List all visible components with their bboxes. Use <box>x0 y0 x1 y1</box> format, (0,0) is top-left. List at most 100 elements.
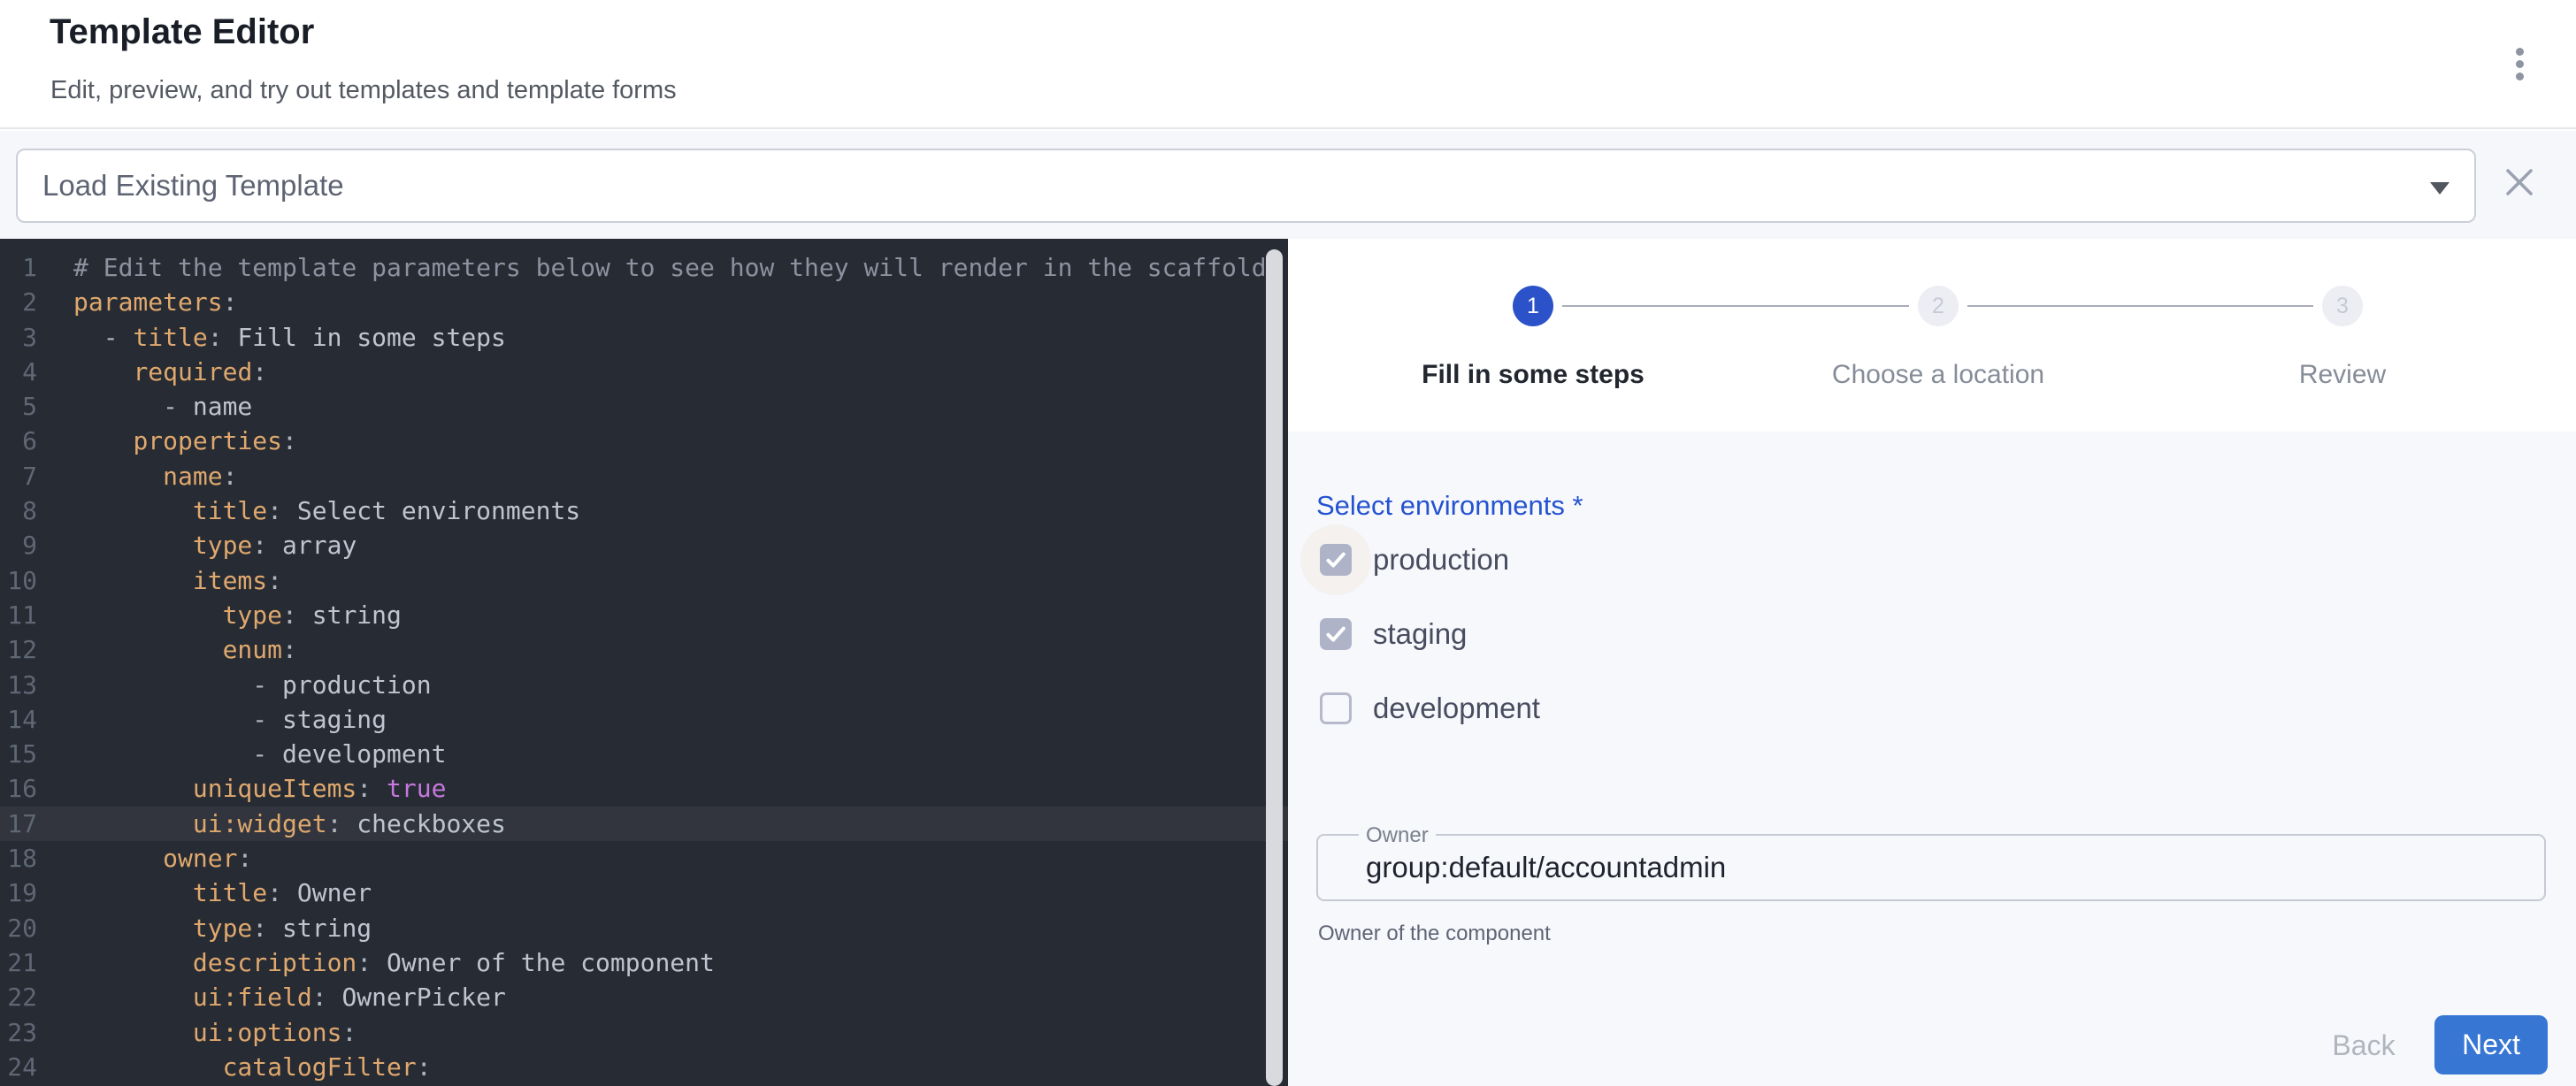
editor-line[interactable]: 16 uniqueItems: true <box>0 771 1288 806</box>
line-number: 15 <box>0 737 37 771</box>
environments-label: Select environments * <box>1316 490 1583 522</box>
owner-field-label: Owner <box>1359 823 1436 848</box>
line-number: 22 <box>0 980 37 1014</box>
editor-line[interactable]: 20 type: string <box>0 911 1288 945</box>
stepper-step: 3 Review <box>2210 286 2475 390</box>
line-number: 19 <box>0 876 37 910</box>
step-circle: 3 <box>2322 286 2363 326</box>
environment-option-label[interactable]: staging <box>1373 617 1467 651</box>
checkbox-unchecked[interactable] <box>1320 692 1352 724</box>
line-code: parameters: <box>37 285 237 319</box>
line-number: 16 <box>0 771 37 806</box>
line-code: enum: <box>37 632 297 667</box>
environment-option-production[interactable]: production <box>1288 524 1509 595</box>
editor-line[interactable]: 21 description: Owner of the component <box>0 945 1288 980</box>
code-editor[interactable]: 1# Edit the template parameters below to… <box>0 239 1288 1086</box>
line-code: - production <box>37 668 432 702</box>
editor-line[interactable]: 5 - name <box>0 389 1288 424</box>
line-code: description: Owner of the component <box>37 945 715 980</box>
line-code: properties: <box>37 424 297 458</box>
page-subtitle: Edit, preview, and try out templates and… <box>50 76 677 105</box>
environment-option-staging[interactable]: staging <box>1288 599 1467 669</box>
editor-line[interactable]: 24 catalogFilter: <box>0 1050 1288 1084</box>
line-code: # Edit the template parameters below to … <box>37 250 1267 285</box>
editor-line[interactable]: 17 ui:widget: checkboxes <box>0 807 1288 841</box>
chevron-down-icon <box>2430 182 2450 195</box>
more-options-button[interactable] <box>2482 27 2557 101</box>
editor-line[interactable]: 15 - development <box>0 737 1288 771</box>
line-number: 10 <box>0 563 37 598</box>
line-number: 13 <box>0 668 37 702</box>
environment-option-label[interactable]: production <box>1373 543 1509 577</box>
line-code: - title: Fill in some steps <box>37 320 506 355</box>
line-code: title: Owner <box>37 876 372 910</box>
line-code: items: <box>37 563 282 598</box>
line-number: 9 <box>0 528 37 562</box>
editor-line[interactable]: 14 - staging <box>0 702 1288 737</box>
step-circle: 1 <box>1513 286 1553 326</box>
check-icon <box>1322 546 1350 574</box>
line-number: 1 <box>0 250 37 285</box>
editor-line[interactable]: 8 title: Select environments <box>0 493 1288 528</box>
line-number: 3 <box>0 320 37 355</box>
more-vert-icon <box>2516 48 2524 80</box>
checkbox-checked[interactable] <box>1320 544 1352 576</box>
stepper-step: 2Choose a location <box>1806 286 2071 390</box>
load-template-placeholder: Load Existing Template <box>18 169 344 203</box>
editor-scrollbar-thumb[interactable] <box>1266 249 1283 1086</box>
editor-line[interactable]: 11 type: string <box>0 598 1288 632</box>
line-number: 4 <box>0 355 37 389</box>
line-number: 2 <box>0 285 37 319</box>
step-label: Review <box>2210 360 2475 390</box>
line-number: 12 <box>0 632 37 667</box>
owner-field[interactable]: Owner group:default/accountadmin <box>1316 834 2546 901</box>
editor-line[interactable]: 3 - title: Fill in some steps <box>0 320 1288 355</box>
environment-option-label[interactable]: development <box>1373 692 1540 725</box>
close-icon <box>2504 167 2534 197</box>
editor-line[interactable]: 7 name: <box>0 459 1288 493</box>
line-code: ui:field: OwnerPicker <box>37 980 506 1014</box>
editor-line[interactable]: 19 title: Owner <box>0 876 1288 910</box>
back-button[interactable]: Back <box>2302 1019 2426 1072</box>
template-editor-page: Template Editor Edit, preview, and try o… <box>0 0 2576 1086</box>
line-number: 8 <box>0 493 37 528</box>
close-button[interactable] <box>2491 154 2548 210</box>
checkbox-checked[interactable] <box>1320 618 1352 650</box>
line-code: title: Select environments <box>37 493 580 528</box>
environment-option-development[interactable]: development <box>1288 673 1540 744</box>
editor-line[interactable]: 1# Edit the template parameters below to… <box>0 250 1288 285</box>
next-button[interactable]: Next <box>2434 1015 2548 1075</box>
line-number: 17 <box>0 807 37 841</box>
editor-line[interactable]: 12 enum: <box>0 632 1288 667</box>
line-code: - development <box>37 737 446 771</box>
load-template-select[interactable]: Load Existing Template <box>16 149 2476 223</box>
page-title: Template Editor <box>50 12 314 52</box>
line-code: ui:options: <box>37 1015 356 1050</box>
preview-panel: 1Fill in some steps2Choose a location3Re… <box>1288 239 2576 1086</box>
editor-line[interactable]: 9 type: array <box>0 528 1288 562</box>
line-number: 6 <box>0 424 37 458</box>
stepper: 1Fill in some steps2Choose a location3Re… <box>1288 239 2576 432</box>
form-card: Select environments * production staging d… <box>1288 432 2576 1086</box>
line-code: type: array <box>37 528 356 562</box>
checkbox-halo <box>1320 692 1352 724</box>
editor-line[interactable]: 2parameters: <box>0 285 1288 319</box>
line-code: owner: <box>37 841 252 876</box>
template-toolbar: Load Existing Template <box>0 131 2576 239</box>
editor-line[interactable]: 22 ui:field: OwnerPicker <box>0 980 1288 1014</box>
owner-helper-text: Owner of the component <box>1318 922 1551 946</box>
line-code: type: string <box>37 911 372 945</box>
line-number: 11 <box>0 598 37 632</box>
editor-line[interactable]: 6 properties: <box>0 424 1288 458</box>
editor-line[interactable]: 23 ui:options: <box>0 1015 1288 1050</box>
line-code: catalogFilter: <box>37 1050 432 1084</box>
line-number: 5 <box>0 389 37 424</box>
editor-line[interactable]: 4 required: <box>0 355 1288 389</box>
editor-line[interactable]: 13 - production <box>0 668 1288 702</box>
line-number: 24 <box>0 1050 37 1084</box>
line-code: type: string <box>37 598 402 632</box>
editor-lines: 1# Edit the template parameters below to… <box>0 239 1288 1084</box>
editor-line[interactable]: 18 owner: <box>0 841 1288 876</box>
checkbox-halo <box>1320 618 1352 650</box>
editor-line[interactable]: 10 items: <box>0 563 1288 598</box>
